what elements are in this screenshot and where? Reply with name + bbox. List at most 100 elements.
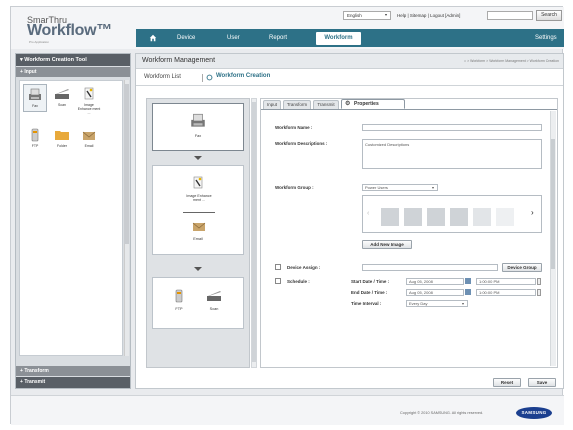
breadcrumb[interactable]: ⌂ > Workform > Workform Management > Wor…: [464, 59, 559, 63]
time-stepper-icon[interactable]: [537, 278, 541, 285]
ftp-icon: [31, 128, 39, 142]
device-assign-input[interactable]: [362, 264, 498, 271]
calendar-icon[interactable]: [465, 278, 471, 284]
start-date-input[interactable]: Aug 05, 2008: [406, 278, 464, 285]
chevron-left-icon[interactable]: ‹: [367, 210, 369, 217]
section-transform-header[interactable]: + Transform: [16, 366, 130, 376]
time-interval-value: Every Day: [409, 301, 428, 306]
panel-title-text: Workform Creation Tool: [24, 57, 87, 63]
workform-descriptions-label: Workform Descriptions :: [275, 141, 328, 146]
page-title: Workform Management: [142, 57, 216, 64]
image-thumbnail[interactable]: [496, 208, 514, 226]
subtab-workform-creation[interactable]: Workform Creation: [216, 73, 270, 79]
flow-arrow-down-icon: [194, 267, 202, 271]
language-value: English: [347, 13, 362, 18]
tabs-divider: [261, 109, 557, 110]
tab-transform[interactable]: Transform: [283, 100, 311, 109]
workform-descriptions-textarea[interactable]: Customized Descriptions: [362, 139, 542, 169]
end-time-input[interactable]: 1:00:00 PM: [476, 289, 536, 296]
tool-image-enhancement[interactable]: Image Enhance ment ...: [77, 84, 101, 116]
workform-name-input[interactable]: [362, 124, 542, 131]
footer: Copyright © 2010 SAMSUNG. All rights res…: [11, 395, 564, 425]
start-date-time-label: Start Date / Time :: [351, 279, 390, 284]
palette-scroll-thumb[interactable]: [124, 84, 129, 244]
workform-group-select[interactable]: Power Users ▾: [362, 184, 438, 191]
flow-step-image-enhancement-label: Image Enhance ment ...: [186, 194, 212, 202]
language-select[interactable]: English ▾: [343, 11, 391, 20]
chevron-down-icon: ▾: [431, 185, 434, 190]
flow-step-fax-label: Fax: [194, 134, 202, 138]
tool-fax[interactable]: Fax: [23, 84, 47, 112]
gear-icon: ⚙: [345, 101, 351, 107]
tool-image-enhancement-label: Image Enhance ment ...: [77, 103, 101, 115]
section-transmit-label: Transmit: [24, 379, 46, 385]
tool-palette: Fax Scan Image Enhance ment ... FTP Fold…: [19, 80, 123, 356]
save-button[interactable]: Save: [528, 378, 556, 387]
chevron-down-icon: ▾: [461, 301, 464, 306]
properties-scroll-thumb[interactable]: [551, 139, 555, 269]
tab-properties-label: Properties: [354, 101, 379, 107]
panel-header: Workform Management ⌂ > Workform > Workf…: [136, 54, 563, 69]
tool-folder[interactable]: Folder: [50, 125, 74, 151]
image-enhancement-icon: [193, 176, 203, 189]
image-thumbnail[interactable]: [450, 208, 468, 226]
panel-title: ▾ Workform Creation Tool: [16, 54, 130, 66]
image-thumbnail[interactable]: [381, 208, 399, 226]
workform-group-label: Workform Group :: [275, 185, 314, 190]
image-thumbnail[interactable]: [404, 208, 422, 226]
tool-email-label: Email: [84, 144, 94, 148]
workform-creation-tool-panel: ▾ Workform Creation Tool + Input Fax Sca…: [15, 53, 131, 389]
search-input[interactable]: [487, 11, 533, 20]
nav-item-workform[interactable]: Workform: [316, 32, 361, 45]
workflow-canvas[interactable]: Fax Image Enhance ment ... Email FTP Sca…: [146, 98, 250, 368]
time-interval-label: Time Interval :: [351, 301, 382, 306]
tool-ftp[interactable]: FTP: [23, 125, 47, 151]
calendar-icon[interactable]: [465, 289, 471, 295]
search-button[interactable]: Search: [536, 10, 562, 21]
section-transform-label: Transform: [24, 368, 49, 374]
flow-step-transmit[interactable]: FTP Scan: [152, 277, 244, 329]
samsung-logo: SAMSUNG: [516, 407, 552, 419]
nav-item-report[interactable]: Report: [269, 29, 287, 47]
refresh-icon: [206, 74, 213, 81]
time-stepper-icon[interactable]: [537, 289, 541, 296]
device-group-button[interactable]: Device Group: [502, 263, 542, 272]
logo: Workflow™: [27, 22, 113, 39]
add-new-image-button[interactable]: Add New Image: [362, 240, 412, 249]
schedule-checkbox[interactable]: [275, 278, 281, 284]
reset-button[interactable]: Reset: [493, 378, 521, 387]
home-icon[interactable]: [149, 34, 157, 42]
tool-scan-label: Scan: [58, 103, 66, 107]
image-thumbnail[interactable]: [427, 208, 445, 226]
flow-step-scan-label: Scan: [209, 307, 219, 311]
chevron-right-icon[interactable]: ›: [531, 208, 534, 217]
section-input-header[interactable]: + Input: [16, 67, 130, 77]
nav-item-user[interactable]: User: [227, 29, 240, 47]
image-thumbnail[interactable]: [473, 208, 491, 226]
flow-step-input[interactable]: Fax: [152, 103, 244, 151]
end-date-input[interactable]: Aug 05, 2008: [406, 289, 464, 296]
subtab-workform-list[interactable]: Workform List: [144, 74, 181, 80]
end-date-time-label: End Date / Time :: [351, 290, 388, 295]
canvas-scroll-thumb[interactable]: [252, 102, 256, 362]
tab-input[interactable]: Input: [263, 100, 281, 109]
nav-item-device[interactable]: Device: [177, 29, 195, 47]
flow-step-email-label: Email: [193, 237, 203, 241]
time-interval-select[interactable]: Every Day ▾: [406, 300, 468, 307]
image-enhancement-icon: [84, 87, 94, 100]
tab-properties[interactable]: ⚙ Properties: [341, 99, 405, 109]
image-selector: ‹ ›: [362, 195, 542, 233]
fax-icon: [191, 113, 205, 127]
nav-item-settings[interactable]: Settings: [535, 29, 557, 47]
workform-name-label: Workform Name :: [275, 125, 313, 130]
start-time-input[interactable]: 1:00:00 PM: [476, 278, 536, 285]
tab-transmit[interactable]: Transmit: [313, 100, 339, 109]
top-links[interactable]: Help | Sitemap | Logout [Admin]: [397, 13, 460, 18]
section-transmit-header[interactable]: + Transmit: [16, 377, 130, 388]
device-assign-checkbox[interactable]: [275, 264, 281, 270]
section-input-label: Input: [24, 69, 37, 75]
tool-scan[interactable]: Scan: [50, 84, 74, 112]
tool-email[interactable]: Email: [77, 125, 101, 151]
flow-step-transform[interactable]: Image Enhance ment ... Email: [152, 165, 244, 255]
copyright-text: Copyright © 2010 SAMSUNG. All rights res…: [400, 411, 484, 415]
